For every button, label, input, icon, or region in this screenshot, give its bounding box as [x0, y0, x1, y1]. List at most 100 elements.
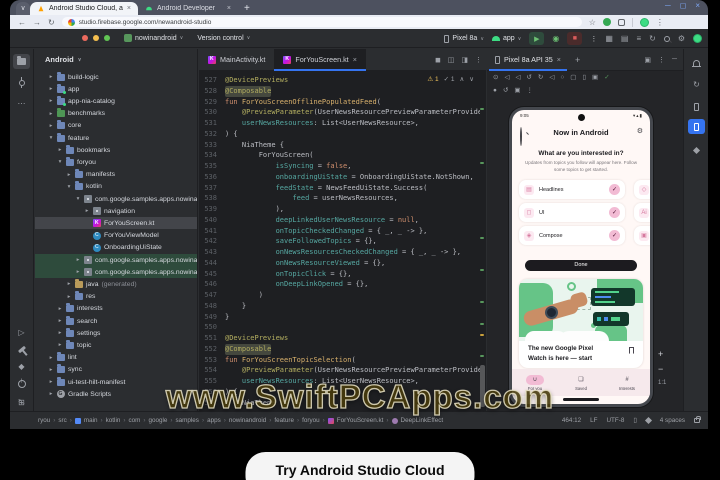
tab-search-icon[interactable]: ∨ [16, 2, 30, 15]
project-tree-item[interactable]: ▸ navigation [35, 205, 197, 217]
project-tool-icon[interactable] [13, 54, 30, 69]
code-line[interactable]: 528 @Composable [199, 85, 480, 97]
code-line[interactable]: 546 onDeepLinkOpened = {}, [199, 279, 480, 290]
project-tree-item[interactable]: ▸ topic [35, 339, 197, 351]
run-config-selector[interactable]: app ∨ [491, 35, 521, 42]
code-line[interactable]: 547 ) [199, 290, 480, 301]
unlocked-icon[interactable] [694, 416, 701, 423]
snapshot-icon[interactable]: ↺ [503, 86, 508, 94]
reader-mode-icon[interactable]: ▯ [633, 417, 636, 424]
breadcrumb-item[interactable]: kotlin [106, 417, 121, 424]
project-tree-item[interactable]: ▾ feature [35, 132, 197, 144]
project-tree-item[interactable]: ▸ benchmarks [35, 108, 197, 120]
nav-back-icon[interactable]: ◁ [549, 73, 554, 81]
breadcrumb-item[interactable]: DeepLinkEffect [401, 417, 444, 424]
profile-avatar[interactable] [639, 17, 649, 27]
code-line[interactable]: 540 deepLinkedUserNewsResource = null, [199, 215, 480, 226]
topic-chip-partial[interactable]: ◇ [634, 180, 650, 199]
project-tree-item[interactable]: ▸ com.google.samples.apps.nowinandr [35, 254, 197, 266]
mode-design-icon[interactable]: ◨ [461, 56, 468, 64]
search-everywhere-icon[interactable] [663, 35, 670, 42]
breadcrumb-item[interactable]: src [58, 417, 66, 424]
run-tool-icon[interactable]: ▷ [13, 325, 30, 340]
running-devices-icon[interactable] [688, 119, 705, 134]
breadcrumb-item[interactable]: main [84, 417, 98, 424]
code-line[interactable]: 532) { [199, 129, 480, 140]
line-ending[interactable]: LF [590, 417, 597, 424]
caret-position[interactable]: 464:12 [562, 417, 581, 424]
browser-tab-active[interactable]: Android Studio Cloud, abbr × [30, 2, 138, 15]
tab-close-icon[interactable]: × [353, 55, 357, 64]
topic-chip-partial[interactable]: Ai [634, 203, 650, 222]
user-avatar[interactable] [693, 34, 702, 43]
code-line[interactable]: 548 } [199, 301, 480, 312]
code-line[interactable]: 535 isSyncing = false, [199, 161, 480, 172]
browser-tab-inactive[interactable]: Android Developer × [138, 2, 238, 15]
reload-icon[interactable]: ↻ [48, 18, 55, 27]
code-line[interactable]: 538 feed = userNewsResources, [199, 193, 480, 204]
gradle-tool-icon[interactable]: ↻ [688, 77, 705, 92]
code-line[interactable]: 531 userNewsResources: List<UserNewsReso… [199, 118, 480, 129]
commit-tool-icon[interactable] [13, 75, 30, 90]
project-tree-item[interactable]: ▸ interests [35, 303, 197, 315]
topic-chip[interactable]: ◈ Compose ✓ [519, 226, 625, 245]
code-line[interactable]: 552 @Composable [199, 343, 480, 355]
panel-options-icon[interactable]: ⋮ [658, 56, 665, 64]
vcs-widget[interactable]: Version control ∨ [197, 35, 250, 42]
project-tree-item[interactable]: ▸ app-nia-catalog [35, 95, 197, 107]
project-view-selector[interactable]: Android ∨ [45, 55, 81, 64]
project-tree-item[interactable]: ▸ app [35, 83, 197, 95]
more-icon[interactable]: ⋮ [527, 86, 534, 94]
breadcrumb-item[interactable]: ryou [38, 417, 50, 424]
rotate-left-icon[interactable]: ↺ [526, 73, 531, 81]
project-tree-item[interactable]: ▾ com.google.samples.apps.nowinandr [35, 193, 197, 205]
try-android-studio-cloud-button[interactable]: Try Android Studio Cloud [245, 452, 475, 480]
device-manager-icon[interactable] [688, 99, 705, 114]
project-tree-item[interactable]: ▸ sync [35, 364, 197, 376]
code-editor[interactable]: 527 @DevicePreviews 528 @Composable 529 fun F… [199, 71, 480, 411]
project-tree-item[interactable]: ForYouScreen.kt [35, 217, 197, 230]
inspections-icon[interactable]: ▤ [621, 34, 629, 43]
mode-split-icon[interactable]: ◫ [448, 56, 455, 64]
stop-button[interactable]: ■ [567, 32, 583, 45]
breadcrumb-item[interactable]: samples [176, 417, 199, 424]
debug-button[interactable]: ◉ [552, 34, 559, 43]
zoom-out-button[interactable]: − [658, 364, 663, 374]
more-tools-icon[interactable]: ⋯ [13, 96, 30, 111]
hide-panel-icon[interactable]: ─ [672, 56, 677, 64]
breadcrumb-item[interactable]: apps [207, 417, 221, 424]
code-line[interactable]: 549} [199, 312, 480, 323]
code-line[interactable]: 539 ), [199, 204, 480, 215]
maximize-button[interactable]: ◻ [680, 1, 687, 10]
settings-gear-icon[interactable]: ⚙ [637, 127, 643, 135]
code-line[interactable]: 529 fun ForYouScreenOfflinePopulatedFeed( [199, 97, 480, 108]
topic-checked-icon[interactable]: ✓ [609, 230, 620, 241]
project-tree-item[interactable]: ▸ com.google.samples.apps.nowinandr [35, 266, 197, 279]
breadcrumb-item[interactable]: foryou [302, 417, 320, 424]
run-button[interactable]: ▶ [529, 32, 545, 45]
project-tree-item[interactable]: ▸ settings [35, 327, 197, 339]
code-line[interactable]: 544 onNewsResourceViewed = {}, [199, 258, 480, 269]
project-tree-item[interactable]: ▸ java (generated) [35, 278, 197, 290]
code-line[interactable]: 536 onboardingUiState = OnboardingUiStat… [199, 172, 480, 183]
topic-chip-partial[interactable]: ▣ [634, 226, 650, 245]
volume-down-icon[interactable]: ◁ [504, 73, 509, 81]
project-switcher[interactable]: nowinandroid ∨ [124, 34, 183, 42]
code-line[interactable]: 543 onNewsResourcesCheckedChanged = { _,… [199, 247, 480, 258]
code-line[interactable]: 541 onTopicCheckedChanged = { _, _ -> }, [199, 226, 480, 237]
indent-setting[interactable]: 4 spaces [660, 417, 685, 424]
close-button[interactable]: × [695, 1, 700, 10]
code-line[interactable]: 533 NiaTheme { [199, 140, 480, 151]
gemini-sparkle-icon[interactable] [688, 143, 705, 158]
project-tree-item[interactable]: ▸ lint [35, 352, 197, 364]
browser-menu-icon[interactable]: ⋮ [656, 18, 664, 27]
editor-tab-active[interactable]: ForYouScreen.kt × [274, 49, 367, 71]
project-tree-item[interactable]: OnboardingUiState [35, 242, 197, 254]
minimize-light[interactable] [93, 35, 99, 41]
rotate-right-icon[interactable]: ↻ [538, 73, 543, 81]
topic-checked-icon[interactable]: ✓ [609, 184, 620, 195]
project-tree-item[interactable]: ForYouViewModel [35, 230, 197, 242]
code-line[interactable]: 534 ForYouScreen( [199, 150, 480, 161]
code-line[interactable]: 542 saveFollowedTopics = {}, [199, 236, 480, 247]
new-tab-button[interactable]: + [244, 2, 250, 15]
